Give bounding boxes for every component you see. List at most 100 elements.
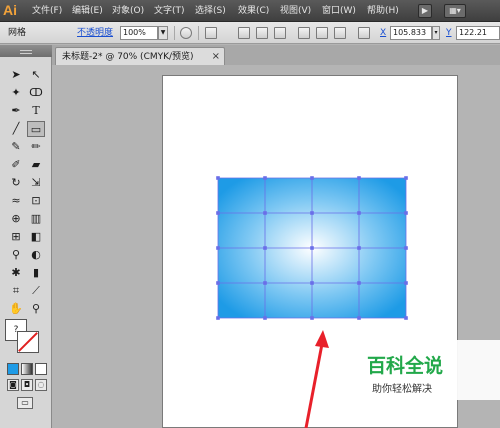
eraser-tool-icon[interactable]: ▰	[27, 157, 45, 173]
document-tab[interactable]: 未标题-2* @ 70% (CMYK/预览) ×	[55, 47, 225, 65]
lasso-tool-icon[interactable]: ↀ	[27, 85, 45, 101]
menu-help[interactable]: 帮助(H)	[367, 0, 399, 22]
stroke-swatch[interactable]	[17, 331, 39, 353]
symbol-sprayer-tool-icon[interactable]: ✱	[7, 265, 25, 281]
shape-builder-tool-icon[interactable]: ⊕	[7, 211, 25, 227]
eyedropper-tool-icon[interactable]: ⚲	[7, 247, 25, 263]
draw-inside-icon[interactable]: ◌	[35, 379, 47, 391]
mesh-tool-icon[interactable]: ⊞	[7, 229, 25, 245]
paintbrush-tool-icon[interactable]: ✎	[7, 139, 25, 155]
mesh-point[interactable]	[357, 211, 361, 215]
menu-view[interactable]: 视图(V)	[280, 0, 311, 22]
zoom-tool-icon[interactable]: ⚲	[27, 301, 45, 317]
mesh-point[interactable]	[310, 211, 314, 215]
document-tab-bar: 未标题-2* @ 70% (CMYK/预览) ×	[52, 45, 500, 65]
mesh-point[interactable]	[404, 316, 408, 320]
magic-wand-tool-icon[interactable]: ✦	[7, 85, 25, 101]
artboard-tool-icon[interactable]: ⌗	[7, 283, 25, 299]
align-icon[interactable]	[205, 27, 217, 39]
mesh-point[interactable]	[263, 211, 267, 215]
menu-file[interactable]: 文件(F)	[32, 0, 62, 22]
draw-behind-icon[interactable]: ◘	[21, 379, 33, 391]
line-tool-icon[interactable]: ╱	[7, 121, 25, 137]
draw-normal-icon[interactable]: ◙	[7, 379, 19, 391]
align-top-icon[interactable]	[298, 27, 310, 39]
recolor-artwork-icon[interactable]	[180, 27, 192, 39]
perspective-grid-tool-icon[interactable]: ▥	[27, 211, 45, 227]
tools-panel: ➤ ↖ ✦ ↀ ✒ T ╱ ▭ ✎ ✏ ✐ ▰ ↻ ⇲ ≈ ⊡ ⊕ ▥ ⊞ ◧ …	[0, 45, 52, 428]
opacity-link[interactable]: 不透明度	[77, 22, 113, 44]
y-label[interactable]: Y	[446, 22, 452, 44]
close-icon[interactable]: ×	[212, 48, 220, 66]
arrange-documents-icon[interactable]: ▦▾	[444, 4, 466, 18]
x-input[interactable]: 105.833	[390, 26, 432, 40]
mesh-point[interactable]	[216, 281, 220, 285]
mesh-point[interactable]	[263, 281, 267, 285]
gradient-tool-icon[interactable]: ◧	[27, 229, 45, 245]
mesh-point[interactable]	[263, 176, 267, 180]
align-vcenter-icon[interactable]	[316, 27, 328, 39]
free-transform-tool-icon[interactable]: ⊡	[27, 193, 45, 209]
mesh-point[interactable]	[310, 281, 314, 285]
mesh-point[interactable]	[357, 176, 361, 180]
menu-window[interactable]: 窗口(W)	[322, 0, 356, 22]
scale-tool-icon[interactable]: ⇲	[27, 175, 45, 191]
bridge-icon[interactable]: ▶	[418, 4, 432, 18]
mesh-point[interactable]	[404, 211, 408, 215]
menu-select[interactable]: 选择(S)	[195, 0, 226, 22]
rectangle-tool-icon[interactable]: ▭	[27, 121, 45, 137]
mesh-point[interactable]	[263, 316, 267, 320]
color-mode-button[interactable]	[7, 363, 19, 375]
align-bottom-icon[interactable]	[334, 27, 346, 39]
opacity-input[interactable]: 100%	[120, 26, 158, 40]
column-graph-tool-icon[interactable]: ▮	[27, 265, 45, 281]
mesh-point[interactable]	[357, 316, 361, 320]
align-right-icon[interactable]	[274, 27, 286, 39]
mesh-point[interactable]	[263, 246, 267, 250]
mesh-point[interactable]	[404, 281, 408, 285]
mesh-point[interactable]	[216, 176, 220, 180]
selection-tool-icon[interactable]: ➤	[7, 67, 25, 83]
menu-object[interactable]: 对象(O)	[112, 0, 144, 22]
y-input[interactable]: 122.21	[456, 26, 500, 40]
annotation-arrow	[304, 330, 329, 428]
rotate-tool-icon[interactable]: ↻	[7, 175, 25, 191]
transform-reference-icon[interactable]	[358, 27, 370, 39]
gradient-mesh-object[interactable]	[216, 176, 408, 320]
divider	[174, 26, 175, 40]
type-tool-icon[interactable]: T	[27, 103, 45, 119]
align-hcenter-icon[interactable]	[256, 27, 268, 39]
none-mode-button[interactable]	[35, 363, 47, 375]
panel-grip[interactable]	[0, 45, 52, 57]
blob-brush-tool-icon[interactable]: ✐	[7, 157, 25, 173]
mesh-point[interactable]	[310, 316, 314, 320]
mesh-point[interactable]	[310, 246, 314, 250]
x-label[interactable]: X	[380, 22, 386, 44]
opacity-dropdown[interactable]: ▼	[158, 26, 168, 40]
pen-tool-icon[interactable]: ✒	[7, 103, 25, 119]
align-left-icon[interactable]	[238, 27, 250, 39]
mesh-point[interactable]	[404, 246, 408, 250]
hand-tool-icon[interactable]: ✋	[7, 301, 25, 317]
blend-tool-icon[interactable]: ◐	[27, 247, 45, 263]
gradient-mode-button[interactable]	[21, 363, 33, 375]
screen-mode-icon[interactable]: ▭	[17, 397, 33, 409]
mesh-point[interactable]	[357, 246, 361, 250]
pencil-tool-icon[interactable]: ✏	[27, 139, 45, 155]
menu-edit[interactable]: 编辑(E)	[72, 0, 103, 22]
object-type-label: 网格	[8, 28, 27, 38]
x-stepper[interactable]: ▾	[432, 26, 440, 40]
watermark-title: 百科全说	[367, 355, 444, 377]
direct-selection-tool-icon[interactable]: ↖	[27, 67, 45, 83]
mesh-point[interactable]	[357, 281, 361, 285]
mesh-point[interactable]	[404, 176, 408, 180]
mesh-point[interactable]	[216, 246, 220, 250]
slice-tool-icon[interactable]: ⟋	[27, 283, 45, 299]
menu-type[interactable]: 文字(T)	[154, 0, 185, 22]
app-logo: Ai	[3, 2, 17, 18]
width-tool-icon[interactable]: ≈	[7, 193, 25, 209]
mesh-point[interactable]	[216, 316, 220, 320]
mesh-point[interactable]	[216, 211, 220, 215]
menu-effect[interactable]: 效果(C)	[238, 0, 269, 22]
mesh-point[interactable]	[310, 176, 314, 180]
